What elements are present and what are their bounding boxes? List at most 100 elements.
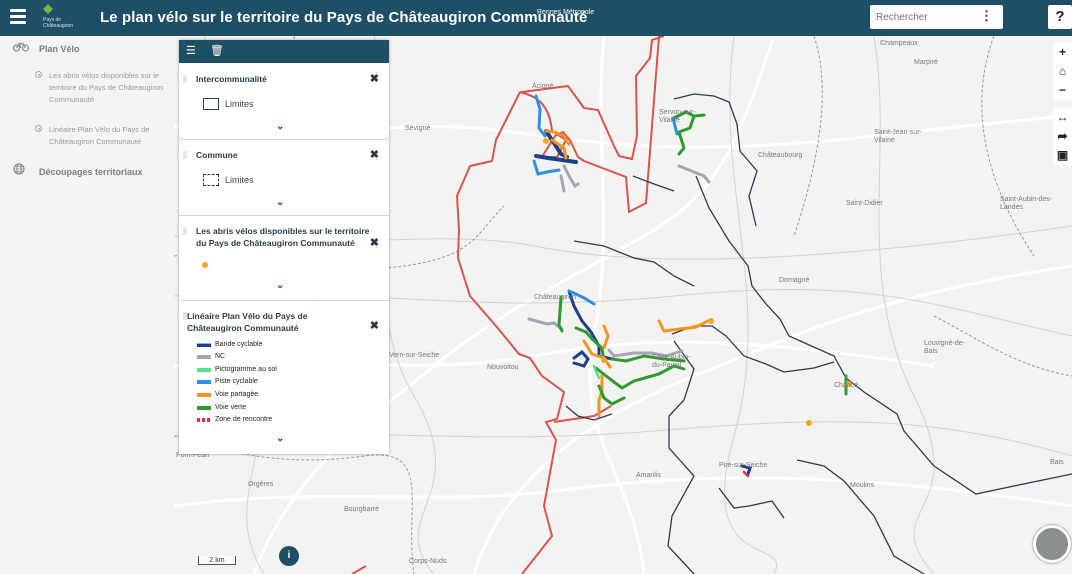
map-label: Nouvoitou <box>487 364 519 371</box>
page-title: Le plan vélo sur le territoire du Pays d… <box>100 9 588 26</box>
map-label: Servon-sur-Vilaine <box>659 109 696 124</box>
radio-icon <box>35 71 42 78</box>
legend-swatch <box>197 355 211 359</box>
legend-label: Piste cyclable <box>215 378 258 385</box>
dashed-boundary-symbol <box>203 174 219 186</box>
layer-abris-velos: Les abris vélos disponibles sur le terri… <box>179 219 389 301</box>
legend-label: Bande cyclable <box>215 341 263 348</box>
radio-icon <box>35 125 42 132</box>
map-tool-controls: ↔ ➦ ▣ <box>1053 108 1072 165</box>
map-label: Corps-Nuds <box>409 558 447 565</box>
close-icon[interactable]: ✖ <box>370 72 379 85</box>
legend-swatch <box>197 418 211 422</box>
sidebar-item-lineaire-plan-velo[interactable]: Linéaire Plan Vélo du Pays de Châteaugir… <box>35 124 170 148</box>
map-label: Châteaugiron <box>534 294 577 301</box>
drag-handle-icon[interactable] <box>183 227 187 235</box>
sidebar: Plan Vélo Les abris vélos disponibles su… <box>0 36 174 574</box>
logo-mark <box>43 4 53 14</box>
map-label: Chancé <box>834 382 859 389</box>
trash-icon[interactable]: 🗑 <box>210 44 224 57</box>
map-label: Piré-sur-Seiche <box>719 462 768 469</box>
layer-intercommunalite: Intercommunalité ✖ Limites ⌄ <box>179 67 389 140</box>
map-label: Orgères <box>248 481 274 488</box>
map-label: Saint-Aubin-des-Landes <box>1000 196 1053 211</box>
legend-swatch <box>197 393 211 397</box>
drag-handle-icon[interactable] <box>183 75 187 83</box>
map-label: Châteaubourg <box>758 152 803 159</box>
layer-name: Intercommunalité <box>196 74 267 84</box>
layer-commune: Commune ✖ Limites ⌄ <box>179 143 389 216</box>
map-label: Acigné <box>532 83 554 90</box>
list-icon[interactable]: ☰ <box>186 44 196 57</box>
map-scale: 2 km <box>198 556 236 565</box>
logo-text: Pays de Châteaugiron <box>43 17 74 29</box>
map-label: Moulins <box>850 482 875 489</box>
sidebar-item-abris-velos[interactable]: Les abris vélos disponibles sur le terri… <box>35 70 170 106</box>
legend-swatch <box>197 406 211 410</box>
chevron-down-icon[interactable]: ⌄ <box>276 197 288 208</box>
share-icon[interactable]: ➦ <box>1053 127 1072 146</box>
sidebar-section-label: Plan Vélo <box>39 44 80 54</box>
legend-label: Zone de rencontre <box>215 416 273 423</box>
layer-name: Linéaire Plan Vélo du Pays de Châteaugir… <box>187 311 308 333</box>
map-label: Vern-sur-Seiche <box>389 352 440 359</box>
legend-label: Voie partagée <box>215 391 259 398</box>
chevron-down-icon[interactable]: ⌄ <box>276 280 288 291</box>
sidebar-item-label: Les abris vélos disponibles sur le terri… <box>49 71 164 104</box>
legend-label: NC <box>215 353 226 360</box>
map-label: Domagné <box>779 277 810 284</box>
map-label: Saint-Aubin-du-Pavail <box>652 354 691 369</box>
map-label: Champeaux <box>880 40 918 47</box>
map-label: Bais <box>1050 459 1064 466</box>
map-zoom-controls: + ⌂ − <box>1053 43 1072 100</box>
home-icon[interactable]: ⌂ <box>1053 62 1072 81</box>
zoom-out-icon[interactable]: − <box>1053 81 1072 100</box>
measure-icon[interactable]: ↔ <box>1053 108 1072 127</box>
legend-swatch <box>197 368 211 372</box>
map-label: Saint-Jean-sur-Vilaine <box>874 129 922 144</box>
legend-panel: ☰ 🗑 Intercommunalité ✖ Limites ⌄ Commune… <box>179 40 389 454</box>
close-icon[interactable]: ✖ <box>370 148 379 161</box>
symbol-label: Limites <box>225 175 254 185</box>
menu-icon[interactable] <box>10 9 26 27</box>
map-label: Amanlis <box>636 472 661 479</box>
layer-lineaire-plan-velo: Linéaire Plan Vélo du Pays de Châteaugir… <box>179 304 389 454</box>
close-icon[interactable]: ✖ <box>370 319 379 332</box>
legend-label: Pictogramme au sol <box>215 366 277 373</box>
legend-label: Voie verte <box>215 404 247 411</box>
overview-map-button[interactable] <box>1033 525 1071 563</box>
symbol-label: Limites <box>225 99 254 109</box>
map-label: Marpiré <box>914 59 938 66</box>
bike-shelter-symbol <box>202 262 208 268</box>
partner-label: Rennes Métropole <box>537 9 595 16</box>
map-label: Louvigné-de-Bais <box>924 340 965 355</box>
logo[interactable]: Pays de Châteaugiron <box>43 4 77 31</box>
zoom-in-icon[interactable]: + <box>1053 43 1072 62</box>
bicycle-icon <box>12 42 31 54</box>
legend-panel-header: ☰ 🗑 <box>179 40 389 63</box>
solid-boundary-symbol <box>203 98 219 110</box>
info-button[interactable]: i <box>279 546 299 566</box>
legend-swatch <box>197 343 211 347</box>
image-icon[interactable]: ▣ <box>1053 146 1072 165</box>
search-input[interactable] <box>876 8 976 26</box>
layer-name: Commune <box>196 150 238 160</box>
top-bar: Pays de Châteaugiron Le plan vélo sur le… <box>0 0 1072 36</box>
map-label: Bourgbarré <box>344 506 380 513</box>
close-icon[interactable]: ✖ <box>370 236 379 249</box>
sidebar-section-decoupages[interactable]: Découpages territoriaux <box>13 163 143 177</box>
map-label: Saint-Didier <box>846 200 883 207</box>
layer-name: Les abris vélos disponibles sur le terri… <box>196 226 370 248</box>
search-box: ⋮ <box>870 5 1003 29</box>
globe-icon <box>13 163 31 177</box>
legend-swatch <box>197 380 211 384</box>
help-button[interactable]: ? <box>1048 5 1072 29</box>
drag-handle-icon[interactable] <box>183 151 187 159</box>
sidebar-item-label: Linéaire Plan Vélo du Pays de Châteaugir… <box>49 125 150 146</box>
more-options-icon[interactable]: ⋮ <box>980 9 993 23</box>
sidebar-section-plan-velo[interactable]: Plan Vélo <box>12 42 80 54</box>
map-label: Sévigné <box>405 125 431 132</box>
chevron-down-icon[interactable]: ⌄ <box>276 433 288 444</box>
sidebar-section-label: Découpages territoriaux <box>39 167 143 177</box>
chevron-down-icon[interactable]: ⌄ <box>276 121 288 132</box>
